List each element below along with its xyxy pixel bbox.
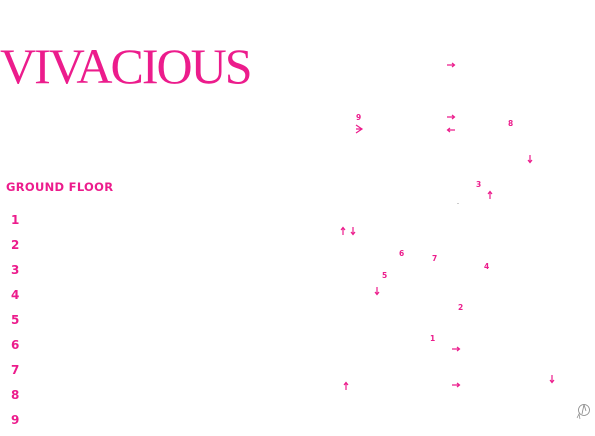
legend-item-2: 2 bbox=[11, 238, 20, 252]
arrow-left-icon bbox=[444, 123, 458, 137]
arrow-up-icon bbox=[483, 188, 497, 202]
map-marker-2[interactable]: 2 bbox=[458, 303, 463, 312]
legend-item-9: 9 bbox=[11, 413, 20, 427]
arrow-up-icon bbox=[339, 379, 353, 393]
legend-item-8: 8 bbox=[11, 388, 20, 402]
map-marker-7[interactable]: 7 bbox=[432, 254, 437, 263]
arrow-right-icon bbox=[444, 110, 458, 124]
map-marker-9[interactable]: 9 bbox=[356, 113, 361, 122]
legend-item-4: 4 bbox=[11, 288, 20, 302]
arrow-down-icon bbox=[523, 152, 537, 166]
map-marker-1[interactable]: 1 bbox=[430, 334, 435, 343]
arrow-down-icon bbox=[370, 284, 384, 298]
floor-map: 9 8 3 6 7 4 5 2 1 bbox=[330, 50, 595, 436]
entrance-icon bbox=[352, 122, 366, 136]
arrow-down-icon bbox=[346, 224, 360, 238]
legend-item-5: 5 bbox=[11, 313, 20, 327]
legend-item-6: 6 bbox=[11, 338, 20, 352]
map-marker-8[interactable]: 8 bbox=[508, 119, 513, 128]
arrow-down-icon bbox=[545, 372, 559, 386]
compass-icon bbox=[575, 402, 591, 422]
legend-item-7: 7 bbox=[11, 363, 20, 377]
arrow-right-icon bbox=[444, 58, 458, 72]
legend-item-3: 3 bbox=[11, 263, 20, 277]
arrow-right-icon bbox=[449, 342, 463, 356]
map-marker-5[interactable]: 5 bbox=[382, 271, 387, 280]
floor-label: GROUND FLOOR bbox=[6, 180, 114, 194]
map-marker-4[interactable]: 4 bbox=[484, 262, 489, 271]
legend-item-1: 1 bbox=[11, 213, 20, 227]
map-dot bbox=[457, 203, 459, 204]
page-title: VIVACIOUS bbox=[0, 38, 253, 94]
arrow-right-icon bbox=[449, 378, 463, 392]
map-marker-6[interactable]: 6 bbox=[399, 249, 404, 258]
map-marker-3[interactable]: 3 bbox=[476, 180, 481, 189]
